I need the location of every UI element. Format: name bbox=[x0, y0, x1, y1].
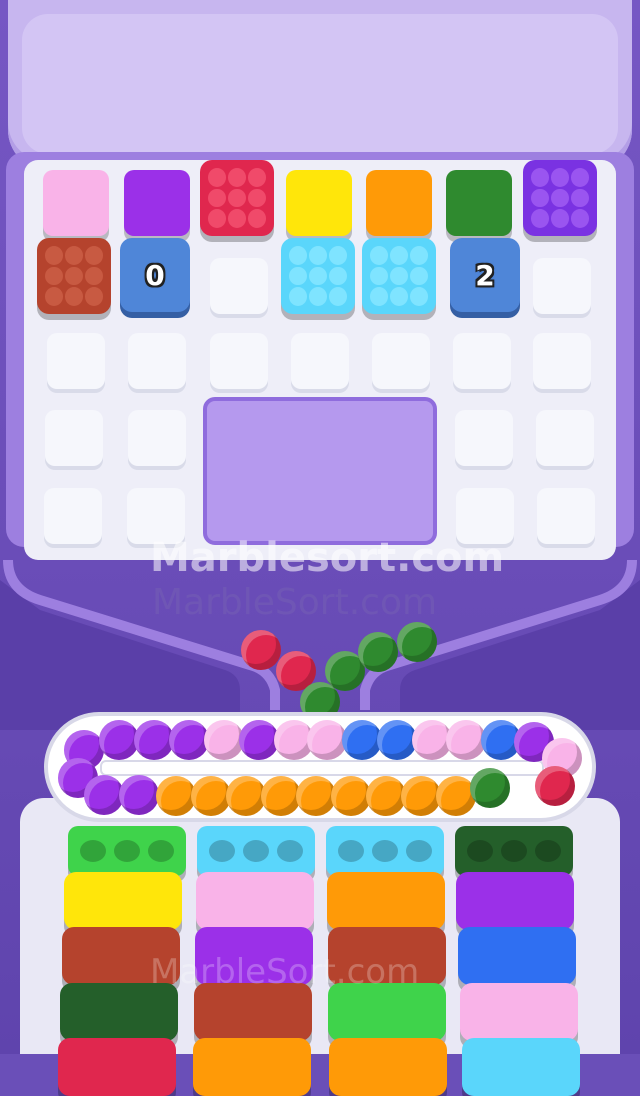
tube-yellow[interactable] bbox=[64, 872, 182, 930]
tube-hole bbox=[114, 840, 140, 862]
yellow-block[interactable] bbox=[286, 170, 352, 236]
tube-top-cyan[interactable] bbox=[326, 826, 444, 876]
marble-purple bbox=[119, 775, 159, 815]
board-cell[interactable] bbox=[44, 488, 102, 544]
marble-purple bbox=[239, 720, 279, 760]
counter-block-right[interactable]: 2 bbox=[450, 238, 520, 312]
marble-orange bbox=[366, 776, 406, 816]
marble-green bbox=[358, 632, 398, 672]
marble-blue bbox=[342, 720, 382, 760]
tube-pink[interactable] bbox=[460, 983, 578, 1041]
marble-green bbox=[397, 622, 437, 662]
tube-hole bbox=[243, 840, 269, 862]
marble-orange bbox=[191, 776, 231, 816]
board-cell[interactable] bbox=[128, 410, 186, 466]
tube-hole bbox=[80, 840, 106, 862]
tube-hole bbox=[148, 840, 174, 862]
tube-hole bbox=[338, 840, 364, 862]
tube-hole bbox=[277, 840, 303, 862]
board-cell[interactable] bbox=[533, 333, 591, 389]
orange-block[interactable] bbox=[366, 170, 432, 236]
marble-green bbox=[470, 768, 510, 808]
tube-top-cyan[interactable] bbox=[197, 826, 315, 876]
marble-orange bbox=[261, 776, 301, 816]
tube-hole bbox=[372, 840, 398, 862]
marble-orange bbox=[401, 776, 441, 816]
marble-orange bbox=[296, 776, 336, 816]
tube-hole bbox=[406, 840, 432, 862]
marble-red bbox=[535, 766, 575, 806]
board-cell[interactable] bbox=[537, 488, 595, 544]
tube-hole bbox=[467, 840, 493, 862]
board-cell[interactable] bbox=[210, 333, 268, 389]
counter-value-right: 2 bbox=[475, 258, 495, 292]
tube-orange[interactable] bbox=[327, 872, 445, 930]
counter-block-left[interactable]: 0 bbox=[120, 238, 190, 312]
watermark-tertiary: MarbleSort.com bbox=[150, 952, 420, 992]
red-marble-crate[interactable] bbox=[200, 160, 274, 236]
counter-value-left: 0 bbox=[145, 258, 165, 292]
board-cell[interactable] bbox=[536, 410, 594, 466]
marble-purple bbox=[134, 720, 174, 760]
marble-blue bbox=[377, 720, 417, 760]
marble-orange bbox=[156, 776, 196, 816]
marble-red bbox=[241, 630, 281, 670]
board-cell[interactable] bbox=[45, 410, 103, 466]
marble-pink bbox=[446, 720, 486, 760]
board-cell[interactable] bbox=[210, 258, 268, 314]
brown-marble-crate[interactable] bbox=[37, 238, 111, 314]
tube-top-darkgreen[interactable] bbox=[455, 826, 573, 876]
top-panel-inner bbox=[22, 14, 618, 154]
board-cell[interactable] bbox=[291, 333, 349, 389]
tube-orange[interactable] bbox=[193, 1038, 311, 1096]
purple-block[interactable] bbox=[124, 170, 190, 236]
tube-hole bbox=[535, 840, 561, 862]
pink-block[interactable] bbox=[43, 170, 109, 236]
board-cell[interactable] bbox=[372, 333, 430, 389]
board-cell[interactable] bbox=[128, 333, 186, 389]
marble-pink bbox=[307, 720, 347, 760]
green-block[interactable] bbox=[446, 170, 512, 236]
tube-pink[interactable] bbox=[196, 872, 314, 930]
marble-purple bbox=[84, 775, 124, 815]
tube-hole bbox=[209, 840, 235, 862]
marble-pink bbox=[204, 720, 244, 760]
marble-purple bbox=[169, 720, 209, 760]
center-pad bbox=[203, 397, 437, 545]
cyan-marble-crate[interactable] bbox=[362, 238, 436, 314]
tube-top-lime[interactable] bbox=[68, 826, 186, 876]
marble-orange bbox=[226, 776, 266, 816]
board-cell[interactable] bbox=[455, 410, 513, 466]
tube-orange[interactable] bbox=[329, 1038, 447, 1096]
marble-purple bbox=[99, 720, 139, 760]
board-cell[interactable] bbox=[453, 333, 511, 389]
board-cell[interactable] bbox=[47, 333, 105, 389]
tube-blue[interactable] bbox=[458, 927, 576, 985]
violet-marble-crate[interactable] bbox=[523, 160, 597, 236]
board-cell[interactable] bbox=[533, 258, 591, 314]
cyan-marble-crate[interactable] bbox=[281, 238, 355, 314]
tube-cyan[interactable] bbox=[462, 1038, 580, 1096]
top-panel bbox=[8, 0, 632, 170]
tube-purple[interactable] bbox=[456, 872, 574, 930]
tube-red[interactable] bbox=[58, 1038, 176, 1096]
marble-orange bbox=[331, 776, 371, 816]
tube-hole bbox=[501, 840, 527, 862]
